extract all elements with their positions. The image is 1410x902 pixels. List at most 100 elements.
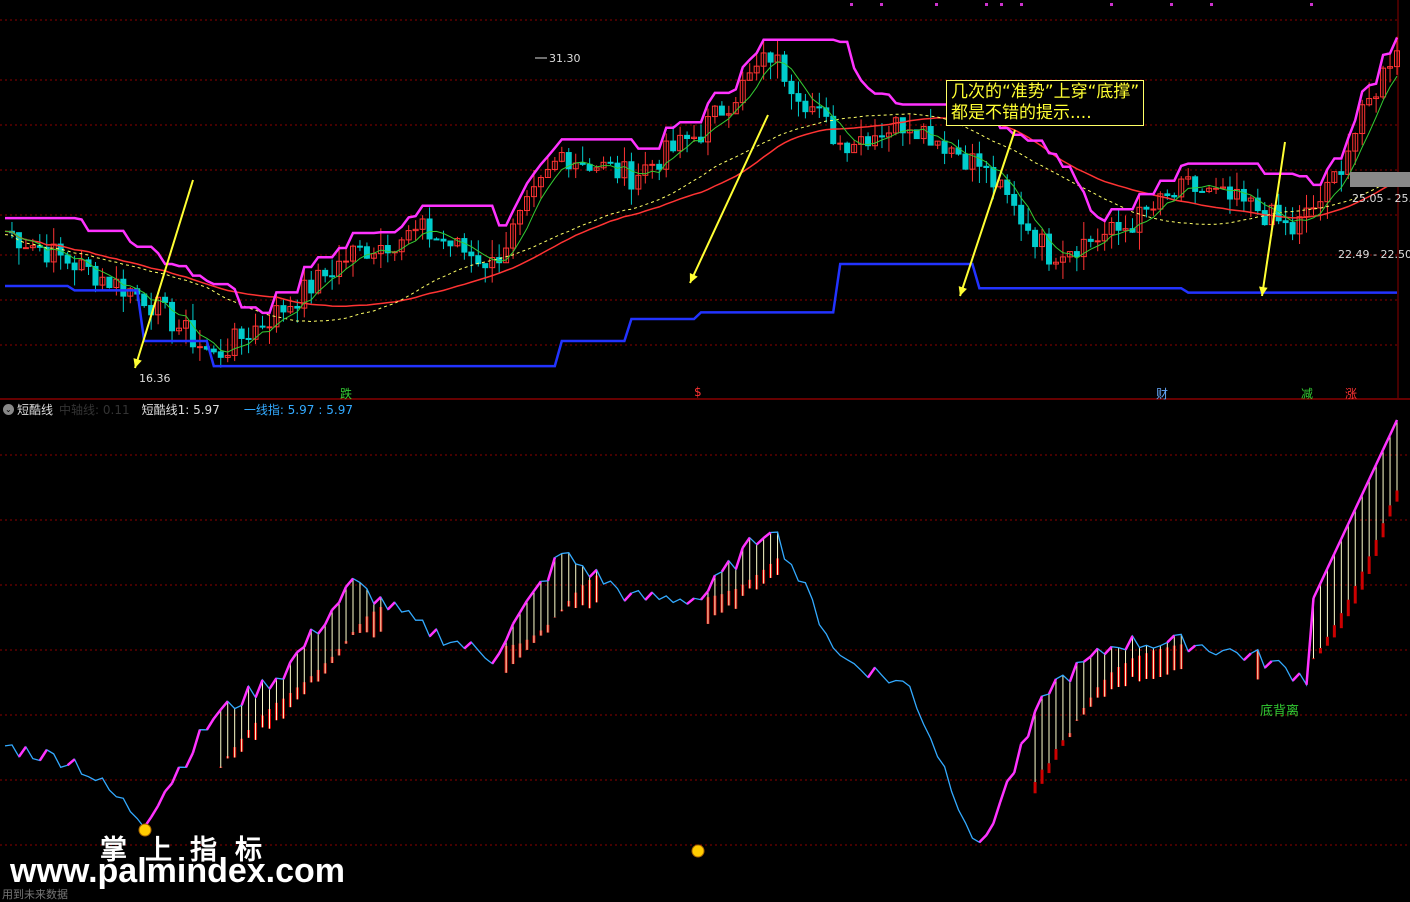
osc-rising-segment [1243,652,1252,662]
osc-rising-segment [1068,662,1079,683]
osc-rising-segment [686,597,695,605]
osc-rising-segment [644,591,654,601]
osc-rising-segment [518,600,529,613]
mid-line [4,117,1398,307]
candle-body [1046,233,1052,265]
tag-dollar: $ [694,385,702,399]
osc-rising-segment [164,782,173,793]
indicator-header: ⌄ 短酷线 中轴线: 0.11 短酷线1: 5.97 一线指: 5.97: 5.97 [0,402,363,418]
indicator-name[interactable]: 短酷线 [17,403,53,417]
candle-body [475,255,482,265]
candle-body [844,142,851,154]
osc-rising-segment [296,645,306,654]
candle-body [1213,187,1220,190]
collapse-icon[interactable]: ⌄ [3,404,14,415]
candle-body [210,348,217,353]
osc-rising-segment [1012,743,1023,774]
candle-body [71,262,78,271]
osc-rising-segment [66,758,76,767]
indicator-faded-value: 中轴线: 0.11 [59,403,130,417]
candle-body [329,275,336,278]
osc-rising-segment [205,717,215,731]
candle-body [22,247,29,250]
candle-body [1240,188,1247,202]
candle-body [308,279,315,294]
osc-rising-segment [1326,553,1336,569]
osc-rising-segment [156,790,167,807]
right-upper-price-label: 25.05 - 25. [1352,192,1410,205]
top-dot [1310,3,1313,6]
candle-body [670,140,677,152]
osc-rising-segment [1166,634,1176,644]
osc-rising-segment [1291,672,1301,682]
candle-body [1226,186,1233,200]
candle-body [781,54,788,82]
candle-body [169,301,176,332]
candle-body [245,337,252,340]
candle-body [684,134,691,139]
osc-rising-segment [1033,695,1044,712]
top-dot [985,3,988,6]
candle-body [189,320,196,348]
candle-body [802,100,809,113]
osc-rising-segment [219,700,229,711]
osc-rising-segment [373,596,382,605]
candle-body [468,251,475,257]
candle-body [141,293,148,307]
candle-body [607,161,614,164]
candle-body [816,106,823,109]
osc-rising-segment [1020,735,1030,745]
osc-rising-segment [324,609,334,626]
tag-die: 跌 [340,387,353,401]
osc-rising-segment [706,574,717,592]
top-dot [935,3,938,6]
osc-rising-segment [1388,419,1399,436]
osc-rising-segment [1319,567,1329,584]
candle-body [1192,176,1199,192]
candle-body [120,278,127,297]
candle-body [461,238,468,253]
candle-body [990,166,997,188]
osc-rising-segment [386,601,396,611]
osc-rising-segment [992,801,1002,824]
candle-body [343,260,350,263]
osc-rising-segment [867,666,877,679]
annotation-box: 几次的“准势”上穿“底撑” 都是不错的提示.... [946,80,1145,126]
chart-canvas [0,0,1410,858]
candle-body [649,163,656,166]
candle-body [1289,222,1296,235]
osc-rising-segment [741,537,751,549]
candle-body [1011,193,1018,206]
osc-rising-segment [303,628,313,648]
osc-rising-segment [734,547,744,570]
osc-rising-segment [191,729,202,754]
osc-rising-segment [1361,478,1371,495]
osc-rising-segment [546,557,557,582]
candle-body [983,165,990,168]
osc-rising-segment [999,780,1009,803]
top-dot [1000,3,1003,6]
arrow-head [958,286,967,296]
osc-rising-segment [428,628,438,638]
candle-body [837,142,844,145]
osc-rising-segment [762,531,772,540]
green-line [4,61,1398,353]
osc-rising-segment [1368,464,1378,480]
indicator-value-1: 短酷线1: 5.97 [141,403,220,417]
top-dot [1110,3,1113,6]
osc-rising-segment [985,822,995,836]
candle-body [1115,221,1122,231]
osc-line [4,419,1398,844]
top-dot [850,3,853,6]
candle-body [1282,220,1289,224]
candle-body [656,163,663,170]
osc-rising-segment [532,580,542,592]
osc-rising-segment [1263,660,1273,669]
candle-body [217,351,224,358]
candle-body [266,326,273,329]
annotation-line-1: 几次的“准势”上穿“底撑” [951,82,1140,102]
osc-rising-segment [978,834,988,844]
candle-body [356,245,363,248]
candle-body [962,153,969,170]
tag-jian: 减 [1301,387,1314,401]
